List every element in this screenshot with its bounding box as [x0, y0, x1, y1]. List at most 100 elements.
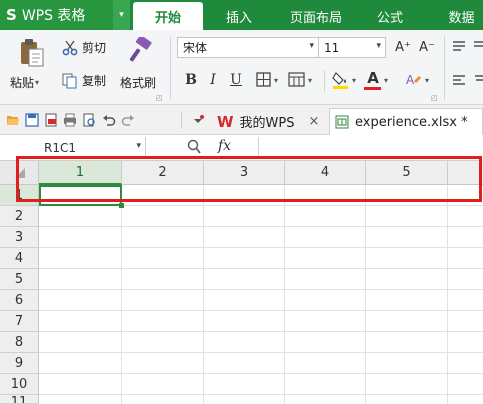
doc-tab-my-wps[interactable]: W 我的WPS ×: [213, 108, 328, 135]
clear-format-dropdown-icon[interactable]: ▾: [425, 76, 429, 85]
grid-line: [39, 226, 483, 227]
italic-button[interactable]: I: [204, 70, 222, 89]
borders-dropdown-icon[interactable]: ▾: [274, 76, 278, 85]
title-bar: S WPS 表格 ▾ 开始 插入 页面布局 公式 数据: [0, 0, 483, 30]
align-middle-icon[interactable]: [473, 40, 483, 54]
app-name: WPS 表格: [21, 8, 86, 24]
grid-line: [284, 185, 285, 404]
zoom-search-icon[interactable]: [187, 139, 201, 155]
font-dialog-launcher-icon[interactable]: ◰: [431, 94, 438, 102]
ribbon-divider: [444, 36, 445, 100]
customize-toolbar-icon[interactable]: [191, 113, 205, 127]
doc-tab-label: experience.xlsx *: [355, 114, 468, 130]
merge-cells-icon[interactable]: [288, 72, 306, 88]
copy-button[interactable]: 复制: [62, 72, 106, 89]
chevron-down-icon: ▾: [376, 41, 381, 51]
svg-text:A: A: [406, 73, 415, 87]
clipboard-dialog-launcher-icon[interactable]: ◰: [156, 94, 163, 102]
grid-line: [39, 352, 483, 353]
paste-icon[interactable]: [18, 38, 46, 68]
fill-color-icon[interactable]: [332, 70, 350, 90]
font-size-select[interactable]: 11 ▾: [318, 37, 386, 58]
row-header-9[interactable]: 9: [0, 353, 39, 374]
formula-input[interactable]: [260, 137, 483, 158]
ribbon-divider: [170, 36, 171, 100]
print-icon[interactable]: [63, 113, 77, 127]
tab-home[interactable]: 开始: [133, 2, 203, 30]
fill-color-dropdown-icon[interactable]: ▾: [352, 76, 356, 85]
font-color-button[interactable]: A: [364, 68, 382, 87]
row-header-7[interactable]: 7: [0, 311, 39, 332]
grid-line: [39, 394, 483, 395]
row-header-11[interactable]: 11: [0, 395, 39, 404]
wps-s-logo-icon: S: [6, 6, 17, 24]
save-icon[interactable]: [25, 113, 39, 127]
paste-button[interactable]: 粘贴 ▾: [10, 74, 39, 91]
row-header-10[interactable]: 10: [0, 374, 39, 395]
doc-tab-experience[interactable]: experience.xlsx *: [329, 108, 483, 135]
row-header-2[interactable]: 2: [0, 206, 39, 227]
toolbar-divider: [181, 111, 182, 129]
export-pdf-icon[interactable]: [44, 113, 58, 127]
scissors-icon: [62, 40, 78, 55]
wps-spreadsheet-window: S WPS 表格 ▾ 开始 插入 页面布局 公式 数据 粘贴 ▾ 剪切 复制 格…: [0, 0, 483, 404]
tab-insert[interactable]: 插入: [212, 2, 266, 30]
formula-divider: [258, 137, 259, 158]
copy-icon: [62, 73, 77, 88]
shrink-font-button[interactable]: A⁻: [416, 38, 438, 57]
paste-dropdown-icon[interactable]: ▾: [35, 78, 39, 87]
wps-logo-icon: W: [217, 112, 234, 131]
close-icon[interactable]: ×: [309, 114, 320, 129]
paste-label: 粘贴: [10, 76, 35, 90]
bold-button[interactable]: B: [182, 70, 200, 89]
tab-formulas[interactable]: 公式: [364, 2, 416, 30]
doc-tab-label: 我的WPS: [239, 116, 295, 131]
app-menu-button[interactable]: S WPS 表格: [0, 0, 130, 30]
tab-data[interactable]: 数据: [440, 2, 483, 30]
annotation-highlight-box: [16, 156, 482, 202]
align-left-icon[interactable]: [452, 74, 468, 88]
grid-line: [365, 185, 366, 404]
grid-line: [121, 185, 122, 404]
borders-icon[interactable]: [256, 72, 272, 88]
font-size-value: 11: [324, 40, 340, 55]
underline-button[interactable]: U: [227, 70, 245, 89]
grid-line: [39, 310, 483, 311]
row-header-3[interactable]: 3: [0, 227, 39, 248]
name-box-value: R1C1: [44, 140, 76, 155]
cut-button[interactable]: 剪切: [62, 39, 106, 56]
print-preview-icon[interactable]: [82, 113, 96, 127]
row-header-5[interactable]: 5: [0, 269, 39, 290]
align-center-icon[interactable]: [473, 74, 483, 88]
font-color-swatch: [364, 87, 381, 90]
grid-line: [39, 373, 483, 374]
clear-format-icon[interactable]: A: [405, 72, 422, 88]
row-header-6[interactable]: 6: [0, 290, 39, 311]
row-header-4[interactable]: 4: [0, 248, 39, 269]
app-menu-caret-icon[interactable]: ▾: [113, 0, 130, 30]
name-box[interactable]: R1C1 ▾: [0, 137, 146, 158]
grow-font-button[interactable]: A⁺: [392, 38, 414, 57]
fill-handle[interactable]: [119, 203, 124, 208]
redo-icon[interactable]: [121, 113, 135, 127]
grid-line: [447, 185, 448, 404]
font-color-dropdown-icon[interactable]: ▾: [384, 76, 388, 85]
row-header-8[interactable]: 8: [0, 332, 39, 353]
undo-icon[interactable]: [102, 113, 116, 127]
format-painter-icon[interactable]: [127, 37, 153, 65]
open-folder-icon[interactable]: [6, 113, 20, 127]
cut-label: 剪切: [82, 41, 107, 55]
tab-page-layout[interactable]: 页面布局: [278, 2, 354, 30]
fx-icon[interactable]: fx: [218, 138, 231, 154]
grid-line: [39, 268, 483, 269]
format-painter-label: 格式刷: [120, 76, 157, 90]
format-painter-button[interactable]: 格式刷: [120, 74, 156, 91]
chevron-down-icon[interactable]: ▾: [136, 141, 141, 151]
align-top-icon[interactable]: [452, 40, 468, 54]
merge-dropdown-icon[interactable]: ▾: [308, 76, 312, 85]
font-name-value: 宋体: [183, 41, 208, 55]
font-color-letter: A: [367, 68, 379, 87]
quick-access-bar: W 我的WPS × experience.xlsx *: [0, 105, 483, 135]
copy-label: 复制: [82, 74, 107, 88]
font-name-select[interactable]: 宋体 ▾: [177, 37, 319, 58]
